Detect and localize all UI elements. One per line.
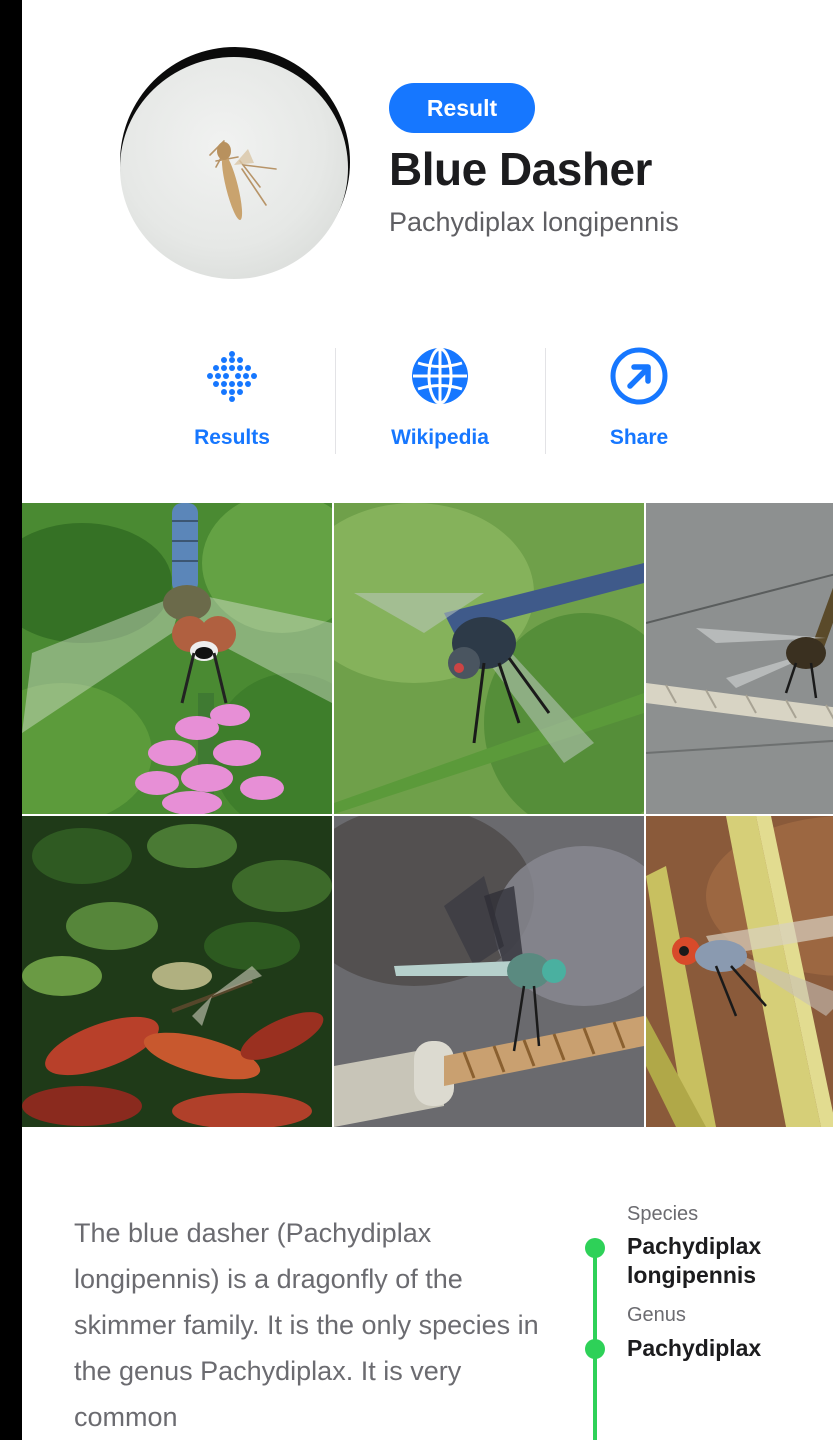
dragonfly-grass-photo	[334, 503, 644, 814]
action-divider	[335, 348, 336, 454]
captured-photo-thumbnail[interactable]	[120, 47, 350, 279]
results-label: Results	[194, 426, 270, 449]
photo-gallery	[22, 503, 833, 1128]
species-common-name: Blue Dasher	[389, 143, 652, 195]
taxonomy-dot	[585, 1238, 605, 1258]
taxonomy-rank-label: Genus	[627, 1304, 686, 1326]
share-button[interactable]: Share	[539, 340, 739, 460]
dragonfly-rope-photo	[646, 503, 833, 814]
dragonfly-straw-photo	[646, 816, 833, 1127]
results-button[interactable]: Results	[132, 340, 332, 460]
share-arrow-icon	[610, 347, 668, 405]
dragonfly-foliage-photo	[22, 816, 332, 1127]
left-edge-bar	[0, 0, 22, 1440]
action-bar: Results Wikipedia Share	[22, 340, 833, 460]
gallery-photo[interactable]	[22, 816, 332, 1127]
taxonomy-rank-value[interactable]: Pachydiplax	[627, 1334, 827, 1363]
species-result-screen: Result Blue Dasher Pachydiplax longipenn…	[0, 0, 833, 1440]
dragonfly-twisted-rope-photo	[334, 816, 644, 1127]
species-description: The blue dasher (Pachydiplax longipennis…	[74, 1218, 539, 1432]
gallery-photo[interactable]	[646, 816, 833, 1127]
species-scientific-name: Pachydiplax longipennis	[389, 207, 679, 237]
dots-grid-icon	[207, 351, 257, 402]
taxonomy-rank-value[interactable]: Pachydiplax longipennis	[627, 1232, 827, 1290]
gallery-photo[interactable]	[22, 503, 332, 814]
gallery-photo[interactable]	[646, 503, 833, 814]
captured-photo	[120, 57, 348, 279]
dragonfly-flower-photo	[22, 503, 332, 814]
result-badge: Result	[389, 83, 535, 133]
gallery-photo[interactable]	[334, 503, 644, 814]
wikipedia-label: Wikipedia	[391, 426, 489, 449]
wikipedia-button[interactable]: Wikipedia	[340, 340, 540, 460]
gallery-photo[interactable]	[334, 816, 644, 1127]
captured-insect-icon	[209, 140, 277, 221]
share-label: Share	[609, 426, 669, 449]
taxonomy-dot	[585, 1339, 605, 1359]
taxonomy-rank-label: Species	[627, 1203, 699, 1225]
globe-icon	[412, 347, 468, 405]
